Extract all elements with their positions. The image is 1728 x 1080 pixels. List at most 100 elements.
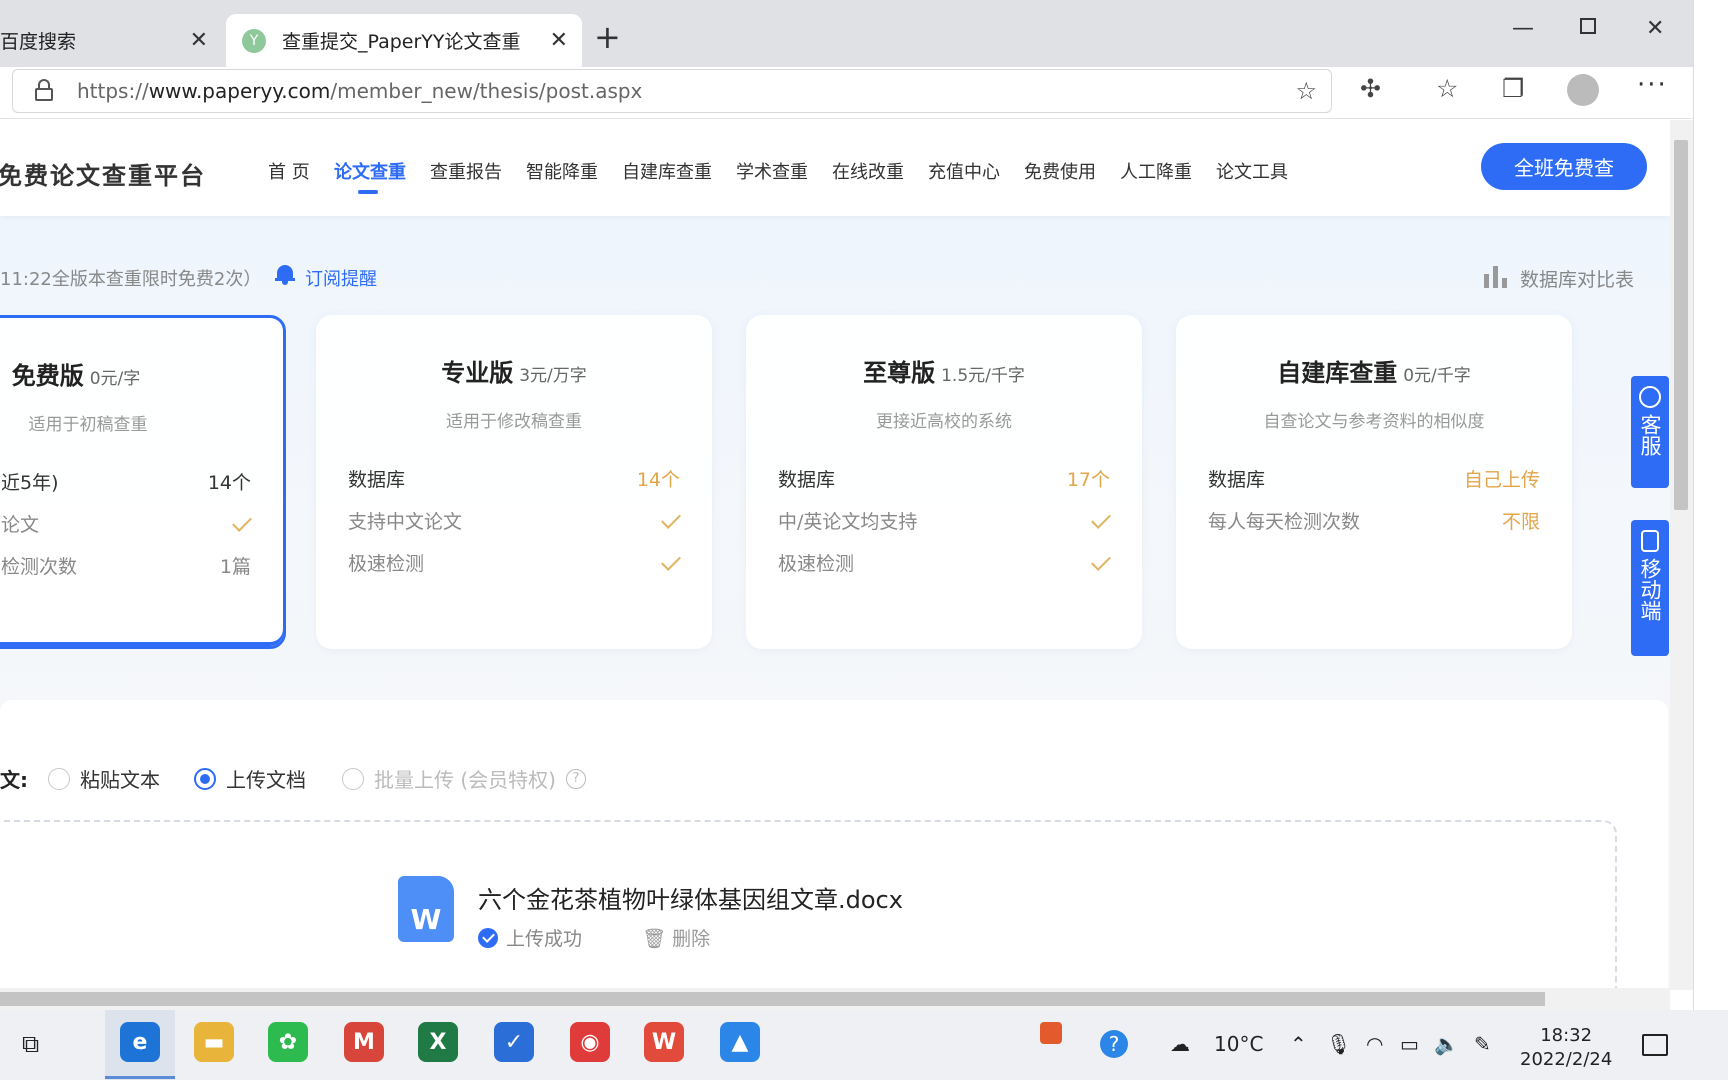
plan-subtitle: 更接近高校的系统 bbox=[876, 412, 1012, 432]
plan-card-pro[interactable]: 专业版 3元/万字 适用于修改稿查重 数据库 14个 支持中文论文 极速检测 bbox=[316, 315, 712, 649]
tab-baidu[interactable]: 百度搜索 ✕ bbox=[0, 14, 222, 67]
horizontal-scrollbar[interactable] bbox=[0, 988, 1670, 1010]
nav-free-use[interactable]: 免费使用 bbox=[1024, 158, 1096, 184]
close-tab-icon[interactable]: ✕ bbox=[550, 28, 568, 53]
task-view-icon[interactable]: ⧉ bbox=[22, 1030, 39, 1058]
volume-icon[interactable]: 🔈 bbox=[1434, 1032, 1459, 1056]
battery-icon[interactable]: ▭ bbox=[1400, 1032, 1419, 1056]
vertical-scrollbar[interactable] bbox=[1670, 120, 1693, 990]
window-close-icon[interactable]: ✕ bbox=[1646, 16, 1664, 41]
check-icon bbox=[661, 509, 681, 529]
help-icon[interactable]: ? bbox=[565, 768, 586, 789]
radio-upload-doc[interactable]: 上传文档 bbox=[194, 764, 306, 793]
taskbar-edge-icon[interactable]: e bbox=[120, 1022, 160, 1062]
notification-icon[interactable] bbox=[1642, 1034, 1668, 1056]
help-tray-icon[interactable]: ? bbox=[1100, 1030, 1128, 1058]
plan-row: 极速检测 bbox=[778, 549, 1111, 576]
plan-row: 论文 bbox=[1, 510, 252, 537]
taskbar-mail-icon[interactable]: M bbox=[344, 1022, 384, 1062]
plan-row: 支持中文论文 bbox=[348, 507, 681, 534]
nav-report[interactable]: 查重报告 bbox=[430, 158, 502, 184]
check-icon bbox=[661, 551, 681, 571]
taskbar-photos-icon[interactable]: ▲ bbox=[720, 1022, 760, 1062]
database-compare-link[interactable]: 数据库对比表 bbox=[1520, 265, 1634, 292]
check-icon bbox=[232, 512, 252, 532]
input-method-icon[interactable] bbox=[1040, 1022, 1062, 1044]
taskbar-wechat-icon[interactable]: ✿ bbox=[268, 1022, 308, 1062]
wifi-icon[interactable]: ◠ bbox=[1366, 1032, 1383, 1056]
minimize-icon[interactable]: — bbox=[1512, 16, 1534, 41]
site-brand[interactable]: 免费论文查重平台 bbox=[0, 156, 206, 191]
headset-icon bbox=[1639, 386, 1661, 408]
extensions-icon[interactable]: ✣ bbox=[1360, 74, 1381, 103]
maximize-icon[interactable] bbox=[1580, 18, 1596, 34]
collections-icon[interactable]: ❐ bbox=[1502, 74, 1524, 103]
tab-paperyy-label: 查重提交_PaperYY论文查重 bbox=[282, 31, 521, 53]
tab-baidu-label: 百度搜索 bbox=[0, 31, 77, 53]
weather-icon[interactable]: ☁ bbox=[1170, 1032, 1190, 1056]
class-free-check-button[interactable]: 全班免费查 bbox=[1481, 143, 1647, 190]
new-tab-button[interactable]: + bbox=[594, 18, 621, 56]
close-tab-icon[interactable]: ✕ bbox=[190, 28, 208, 53]
site-nav: 免费论文查重平台 首 页 论文查重 查重报告 智能降重 自建库查重 学术查重 在… bbox=[0, 120, 1670, 216]
plan-subtitle: 适用于初稿查重 bbox=[28, 415, 148, 435]
add-favorite-icon[interactable]: ☆ bbox=[1295, 77, 1317, 105]
taskbar: ⧉ e ▬ ✿ M X ✓ ◉ W ▲ ? ☁ 10°C ⌃ 🎙 ◠ ▭ 🔈 ✎… bbox=[0, 1010, 1728, 1080]
phone-icon bbox=[1641, 530, 1659, 552]
temperature-text[interactable]: 10°C bbox=[1214, 1032, 1263, 1056]
customer-service-button[interactable]: 客服 bbox=[1631, 376, 1669, 488]
radio-paste-text[interactable]: 粘贴文本 bbox=[48, 764, 160, 793]
more-menu-icon[interactable]: ··· bbox=[1637, 70, 1668, 100]
plan-card-custom-db[interactable]: 自建库查重 0元/千字 自查论文与参考资料的相似度 数据库 自己上传 每人每天检测次… bbox=[1176, 315, 1572, 649]
nav-thesis-check[interactable]: 论文查重 bbox=[334, 158, 406, 194]
browser-window: 百度搜索 ✕ Y 查重提交_PaperYY论文查重 ✕ + — ✕ https:… bbox=[0, 0, 1693, 1010]
subscribe-link[interactable]: 订阅提醒 bbox=[305, 265, 377, 291]
taskbar-wps-icon[interactable]: W bbox=[644, 1022, 684, 1062]
paperyy-favicon-icon: Y bbox=[242, 28, 266, 53]
bell-icon[interactable] bbox=[275, 263, 295, 285]
taskbar-excel-icon[interactable]: X bbox=[418, 1022, 458, 1062]
pen-icon[interactable]: ✎ bbox=[1474, 1032, 1491, 1056]
system-clock[interactable]: 18:32 2022/2/24 bbox=[1520, 1024, 1612, 1072]
plan-title: 自建库查重 0元/千字 bbox=[1277, 359, 1471, 387]
delete-file-button[interactable]: 🗑 删除 bbox=[642, 924, 710, 951]
radio-batch-upload[interactable]: 批量上传 (会员特权)? bbox=[342, 764, 586, 793]
plan-card-premium[interactable]: 至尊版 1.5元/千字 更接近高校的系统 数据库 17个 中/英论文均支持 极速检测 bbox=[746, 315, 1142, 649]
nav-manual-reduce[interactable]: 人工降重 bbox=[1120, 158, 1192, 184]
nav-custom-db[interactable]: 自建库查重 bbox=[622, 158, 712, 184]
plan-card-free[interactable]: 免费版 0元/字 适用于初稿查重 近5年) 14个 论文 检测次数 1篇 bbox=[0, 315, 286, 649]
nav-smart-reduce[interactable]: 智能降重 bbox=[526, 158, 598, 184]
plan-row: 每人每天检测次数 不限 bbox=[1208, 511, 1540, 533]
upload-mode-label: 文: bbox=[0, 768, 28, 792]
lock-icon[interactable] bbox=[35, 79, 53, 101]
plan-title: 至尊版 1.5元/千字 bbox=[863, 359, 1025, 387]
page-content: 免费论文查重平台 首 页 论文查重 查重报告 智能降重 自建库查重 学术查重 在… bbox=[0, 120, 1670, 988]
background-window-edge bbox=[1693, 0, 1728, 1010]
nav-academic[interactable]: 学术查重 bbox=[736, 158, 808, 184]
bar-chart-icon[interactable] bbox=[1484, 266, 1508, 288]
nav-home[interactable]: 首 页 bbox=[268, 158, 310, 184]
nav-tools[interactable]: 论文工具 bbox=[1216, 158, 1288, 184]
plan-row: 极速检测 bbox=[348, 549, 681, 576]
success-check-icon bbox=[478, 927, 498, 948]
plan-title: 免费版 0元/字 bbox=[11, 362, 141, 390]
nav-recharge[interactable]: 充值中心 bbox=[928, 158, 1000, 184]
mobile-button[interactable]: 移动端 bbox=[1631, 520, 1669, 656]
plan-row: 中/英论文均支持 bbox=[778, 507, 1111, 534]
taskbar-security-icon[interactable]: ✓ bbox=[494, 1022, 534, 1062]
url-bar[interactable]: https://www.paperyy.com/member_new/thesi… bbox=[12, 69, 1332, 113]
promo-notice: 11:22全版本查重限时免费2次） bbox=[0, 269, 262, 290]
favorites-icon[interactable]: ☆ bbox=[1436, 74, 1458, 103]
url-text[interactable]: https://www.paperyy.com/member_new/thesi… bbox=[77, 79, 642, 103]
plan-subtitle: 适用于修改稿查重 bbox=[446, 412, 582, 432]
taskbar-music-icon[interactable]: ◉ bbox=[570, 1022, 610, 1062]
tab-paperyy[interactable]: Y 查重提交_PaperYY论文查重 ✕ bbox=[226, 14, 582, 67]
plan-row: 检测次数 1篇 bbox=[1, 556, 251, 578]
microphone-icon[interactable]: 🎙 bbox=[1326, 1032, 1351, 1056]
taskbar-explorer-icon[interactable]: ▬ bbox=[194, 1022, 234, 1062]
profile-avatar[interactable] bbox=[1567, 74, 1599, 106]
uploaded-file-name: 六个金花茶植物叶绿体基因组文章.docx bbox=[478, 886, 903, 914]
nav-online-edit[interactable]: 在线改重 bbox=[832, 158, 904, 184]
tray-expand-icon[interactable]: ⌃ bbox=[1290, 1032, 1307, 1056]
check-icon bbox=[1091, 509, 1111, 529]
